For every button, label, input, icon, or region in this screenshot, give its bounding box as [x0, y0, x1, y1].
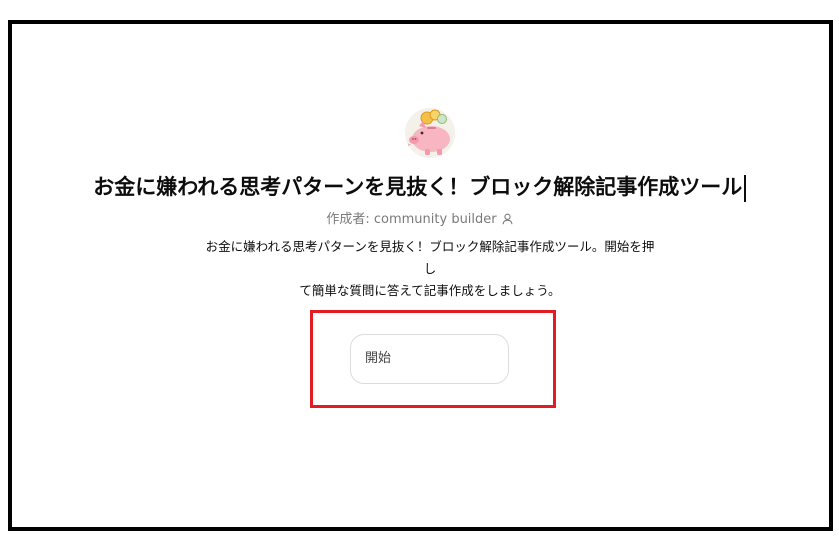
gpt-avatar: ♪: [405, 108, 455, 158]
text-cursor: [744, 174, 746, 202]
gpt-title: お金に嫌われる思考パターンを見抜く！ブロック解除記事作成ツール: [0, 170, 839, 204]
gpt-description: お金に嫌われる思考パターンを見抜く！ブロック解除記事作成ツール。開始を押し て簡…: [200, 236, 660, 302]
author-label: 作成者: community builder: [326, 212, 497, 227]
description-line-2: て簡単な質問に答えて記事作成をしましょう。: [299, 283, 561, 298]
conversation-starter-button[interactable]: 開始: [350, 334, 509, 384]
description-line-1: お金に嫌われる思考パターンを見抜く！ブロック解除記事作成ツール。開始を押し: [205, 239, 655, 276]
author-line: 作成者: community builder: [0, 211, 839, 231]
gpt-title-text: お金に嫌われる思考パターンを見抜く！ブロック解除記事作成ツール: [93, 175, 743, 199]
piggy-bank-icon: ♪: [405, 108, 455, 158]
user-icon: [502, 213, 513, 231]
